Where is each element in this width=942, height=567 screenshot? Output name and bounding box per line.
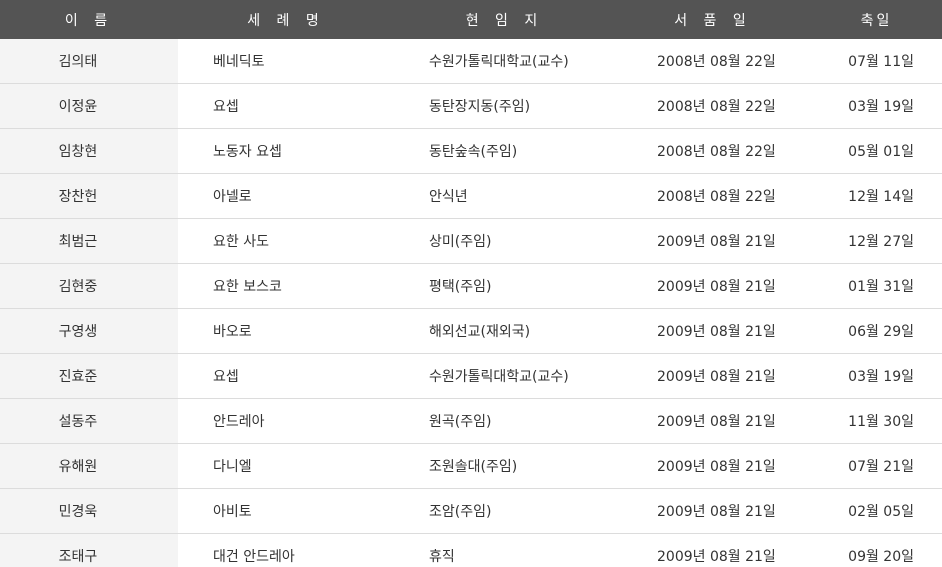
cell-name: 장찬헌: [0, 173, 178, 219]
cell-ordination-date: 2009년 08월 21일: [615, 218, 811, 264]
cell-feast-day: 12월 14일: [811, 173, 942, 219]
cell-baptismal-name: 안드레아: [178, 398, 394, 444]
priest-list-table: 이 름 세 례 명 현 임 지 서 품 일 축일 김의태 베네딕토 수원가톨릭대학교…: [0, 0, 942, 567]
cell-name: 진효준: [0, 353, 178, 399]
cell-current-post: 동탄장지동(주임): [394, 83, 615, 129]
cell-current-post: 상미(주임): [394, 218, 615, 264]
cell-ordination-date: 2009년 08월 21일: [615, 488, 811, 534]
header-name: 이 름: [0, 0, 178, 39]
cell-feast-day: 12월 27일: [811, 218, 942, 264]
cell-feast-day: 03월 19일: [811, 353, 942, 399]
cell-ordination-date: 2008년 08월 22일: [615, 83, 811, 129]
table-body: 김의태 베네딕토 수원가톨릭대학교(교수) 2008년 08월 22일 07월 11일 이…: [0, 39, 942, 567]
cell-ordination-date: 2009년 08월 21일: [615, 533, 811, 567]
table-row: 이정윤 요셉 동탄장지동(주임) 2008년 08월 22일 03월 19일: [0, 83, 942, 129]
cell-name: 최범근: [0, 218, 178, 264]
cell-name: 김현중: [0, 263, 178, 309]
priest-list-table-wrapper: 이 름 세 례 명 현 임 지 서 품 일 축일 김의태 베네딕토 수원가톨릭대학교…: [0, 0, 942, 567]
cell-feast-day: 03월 19일: [811, 83, 942, 129]
cell-feast-day: 06월 29일: [811, 308, 942, 354]
cell-ordination-date: 2009년 08월 21일: [615, 443, 811, 489]
cell-ordination-date: 2008년 08월 22일: [615, 39, 811, 84]
header-baptismal-name: 세 례 명: [178, 0, 394, 39]
cell-ordination-date: 2009년 08월 21일: [615, 398, 811, 444]
cell-name: 유해원: [0, 443, 178, 489]
cell-feast-day: 07월 11일: [811, 39, 942, 84]
cell-baptismal-name: 베네딕토: [178, 39, 394, 84]
table-row: 임창현 노동자 요셉 동탄숲속(주임) 2008년 08월 22일 05월 01일: [0, 128, 942, 174]
cell-name: 설동주: [0, 398, 178, 444]
cell-ordination-date: 2009년 08월 21일: [615, 308, 811, 354]
cell-current-post: 안식년: [394, 173, 615, 219]
table-row: 김의태 베네딕토 수원가톨릭대학교(교수) 2008년 08월 22일 07월 11일: [0, 39, 942, 84]
cell-current-post: 수원가톨릭대학교(교수): [394, 39, 615, 84]
cell-current-post: 원곡(주임): [394, 398, 615, 444]
cell-current-post: 수원가톨릭대학교(교수): [394, 353, 615, 399]
cell-baptismal-name: 요한 보스코: [178, 263, 394, 309]
table-row: 진효준 요셉 수원가톨릭대학교(교수) 2009년 08월 21일 03월 19일: [0, 353, 942, 399]
table-row: 최범근 요한 사도 상미(주임) 2009년 08월 21일 12월 27일: [0, 218, 942, 264]
table-row: 장찬헌 아넬로 안식년 2008년 08월 22일 12월 14일: [0, 173, 942, 219]
table-row: 설동주 안드레아 원곡(주임) 2009년 08월 21일 11월 30일: [0, 398, 942, 444]
cell-feast-day: 05월 01일: [811, 128, 942, 174]
cell-baptismal-name: 아비토: [178, 488, 394, 534]
cell-name: 김의태: [0, 39, 178, 84]
cell-current-post: 동탄숲속(주임): [394, 128, 615, 174]
table-header-row: 이 름 세 례 명 현 임 지 서 품 일 축일: [0, 0, 942, 39]
cell-ordination-date: 2008년 08월 22일: [615, 128, 811, 174]
table-row: 민경욱 아비토 조암(주임) 2009년 08월 21일 02월 05일: [0, 488, 942, 534]
cell-name: 이정윤: [0, 83, 178, 129]
cell-current-post: 조암(주임): [394, 488, 615, 534]
cell-ordination-date: 2009년 08월 21일: [615, 353, 811, 399]
cell-baptismal-name: 아넬로: [178, 173, 394, 219]
header-feast-day: 축일: [811, 0, 942, 39]
cell-feast-day: 11월 30일: [811, 398, 942, 444]
cell-feast-day: 09월 20일: [811, 533, 942, 567]
cell-current-post: 휴직: [394, 533, 615, 567]
cell-baptismal-name: 다니엘: [178, 443, 394, 489]
cell-name: 조태구: [0, 533, 178, 567]
cell-baptismal-name: 대건 안드레아: [178, 533, 394, 567]
table-row: 김현중 요한 보스코 평택(주임) 2009년 08월 21일 01월 31일: [0, 263, 942, 309]
table-row: 유해원 다니엘 조원솔대(주임) 2009년 08월 21일 07월 21일: [0, 443, 942, 489]
cell-feast-day: 02월 05일: [811, 488, 942, 534]
cell-name: 임창현: [0, 128, 178, 174]
cell-baptismal-name: 요셉: [178, 83, 394, 129]
cell-ordination-date: 2008년 08월 22일: [615, 173, 811, 219]
header-ordination-date: 서 품 일: [615, 0, 811, 39]
cell-baptismal-name: 요한 사도: [178, 218, 394, 264]
cell-baptismal-name: 요셉: [178, 353, 394, 399]
cell-name: 민경욱: [0, 488, 178, 534]
table-header: 이 름 세 례 명 현 임 지 서 품 일 축일: [0, 0, 942, 39]
table-row: 조태구 대건 안드레아 휴직 2009년 08월 21일 09월 20일: [0, 533, 942, 567]
cell-feast-day: 01월 31일: [811, 263, 942, 309]
cell-current-post: 해외선교(재외국): [394, 308, 615, 354]
cell-current-post: 조원솔대(주임): [394, 443, 615, 489]
cell-ordination-date: 2009년 08월 21일: [615, 263, 811, 309]
cell-name: 구영생: [0, 308, 178, 354]
table-row: 구영생 바오로 해외선교(재외국) 2009년 08월 21일 06월 29일: [0, 308, 942, 354]
header-current-post: 현 임 지: [394, 0, 615, 39]
cell-feast-day: 07월 21일: [811, 443, 942, 489]
cell-current-post: 평택(주임): [394, 263, 615, 309]
cell-baptismal-name: 노동자 요셉: [178, 128, 394, 174]
cell-baptismal-name: 바오로: [178, 308, 394, 354]
